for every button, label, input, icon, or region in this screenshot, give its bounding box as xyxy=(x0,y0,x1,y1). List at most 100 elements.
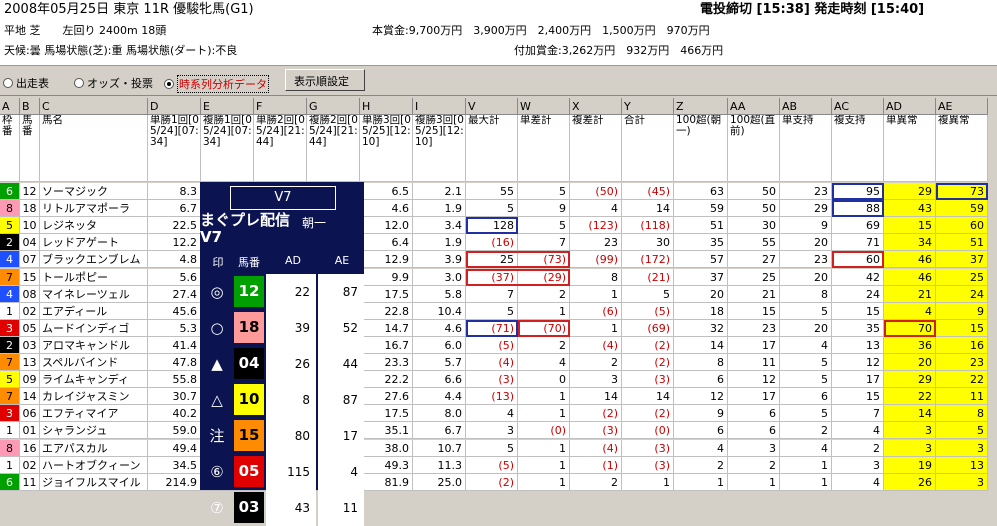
column-label: 馬名 xyxy=(40,115,148,182)
cell-ae: 9 xyxy=(936,302,988,320)
cell-y: (69) xyxy=(622,319,674,337)
cell-aa: 55 xyxy=(728,234,780,252)
horse-name[interactable]: レッドアゲート xyxy=(40,234,148,252)
popup-ae: 44 xyxy=(318,346,364,382)
horse-number: 02 xyxy=(20,302,40,320)
column-label: 複勝3回[05/25][12:10] xyxy=(413,115,466,182)
frame-number: 1 xyxy=(0,456,20,474)
horse-name[interactable]: エアディール xyxy=(40,302,148,320)
horse-name[interactable]: ブラックエンブレム xyxy=(40,251,148,269)
horse-name[interactable]: ソーマジック xyxy=(40,183,148,201)
popup-horse-number: 18 xyxy=(234,312,264,343)
cell-ad: 29 xyxy=(884,371,936,389)
cell-w: 2 xyxy=(518,336,570,354)
column-letter-f[interactable]: F xyxy=(254,98,307,115)
column-letter-c[interactable]: C xyxy=(40,98,148,115)
cell-d: 34.5 xyxy=(148,456,201,474)
cell-x: 1 xyxy=(570,285,622,303)
cell-w: 1 xyxy=(518,456,570,474)
column-letter-e[interactable]: E xyxy=(201,98,254,115)
column-letter-w[interactable]: W xyxy=(518,98,570,115)
column-letter-aa[interactable]: AA xyxy=(728,98,780,115)
radio-odds-vote[interactable]: オッズ・投票 xyxy=(74,75,153,91)
cell-aa: 17 xyxy=(728,336,780,354)
cell-aa: 50 xyxy=(728,183,780,201)
horse-name[interactable]: トールポピー xyxy=(40,268,148,286)
column-letter-d[interactable]: D xyxy=(148,98,201,115)
cell-i: 4.4 xyxy=(413,388,466,406)
cell-x: 8 xyxy=(570,268,622,286)
column-letter-v[interactable]: V xyxy=(466,98,518,115)
cell-ad: 3 xyxy=(884,439,936,457)
column-letter-a[interactable]: A xyxy=(0,98,20,115)
cell-aa: 15 xyxy=(728,302,780,320)
radio-entry-list[interactable]: 出走表 xyxy=(3,75,49,91)
horse-name[interactable]: ジョイフルスマイル xyxy=(40,473,148,491)
horse-name[interactable]: カレイジャスミン xyxy=(40,388,148,406)
column-letter-z[interactable]: Z xyxy=(674,98,728,115)
cell-i: 8.0 xyxy=(413,405,466,423)
cell-ac: 60 xyxy=(832,251,884,269)
horse-name[interactable]: エアパスカル xyxy=(40,439,148,457)
column-label: 単差計 xyxy=(518,115,570,182)
column-letter-ae[interactable]: AE xyxy=(936,98,988,115)
cell-aa: 6 xyxy=(728,405,780,423)
horse-name[interactable]: ムードインディゴ xyxy=(40,319,148,337)
column-letter-x[interactable]: X xyxy=(570,98,622,115)
cell-ad: 3 xyxy=(884,422,936,440)
add-prize-info: 付加賞金:3,262万円 932万円 466万円 xyxy=(514,44,724,57)
cell-ad: 20 xyxy=(884,354,936,372)
horse-number: 07 xyxy=(20,251,40,269)
cell-ae: 13 xyxy=(936,456,988,474)
column-letter-i[interactable]: I xyxy=(413,98,466,115)
column-label: 最大計 xyxy=(466,115,518,182)
cell-ae: 15 xyxy=(936,319,988,337)
popup-horse-number: 10 xyxy=(234,384,264,415)
cell-d: 12.2 xyxy=(148,234,201,252)
cell-w: (0) xyxy=(518,422,570,440)
cell-aa: 25 xyxy=(728,268,780,286)
radio-icon xyxy=(3,78,13,88)
column-letter-g[interactable]: G xyxy=(307,98,360,115)
popup-horse-number: 12 xyxy=(234,276,264,307)
horse-name[interactable]: エフティマイア xyxy=(40,405,148,423)
column-letter-ad[interactable]: AD xyxy=(884,98,936,115)
horse-name[interactable]: スペルバインド xyxy=(40,354,148,372)
cell-v: (3) xyxy=(466,371,518,389)
display-order-button[interactable]: 表示順設定 xyxy=(285,69,365,91)
horse-name[interactable]: レジネッタ xyxy=(40,217,148,235)
radio-icon xyxy=(74,78,84,88)
cell-d: 27.4 xyxy=(148,285,201,303)
cell-x: (123) xyxy=(570,217,622,235)
cell-y: 30 xyxy=(622,234,674,252)
column-letter-b[interactable]: B xyxy=(20,98,40,115)
cell-ac: 24 xyxy=(832,285,884,303)
column-letter-y[interactable]: Y xyxy=(622,98,674,115)
cell-ae: 3 xyxy=(936,439,988,457)
column-letter-ac[interactable]: AC xyxy=(832,98,884,115)
frame-number: 5 xyxy=(0,371,20,389)
weather-info: 天候:曇 馬場状態(芝):重 馬場状態(ダート):不良 xyxy=(4,44,238,57)
horse-name[interactable]: ハートオブクィーン xyxy=(40,456,148,474)
cell-ab: 9 xyxy=(780,217,832,235)
cell-y: (3) xyxy=(622,439,674,457)
horse-number: 12 xyxy=(20,183,40,201)
cell-i: 1.9 xyxy=(413,200,466,218)
horse-name[interactable]: シャランジュ xyxy=(40,422,148,440)
horse-name[interactable]: アロマキャンドル xyxy=(40,336,148,354)
horse-name[interactable]: ライムキャンディ xyxy=(40,371,148,389)
prize-info: 本賞金:9,700万円 3,900万円 2,400万円 1,500万円 970万… xyxy=(372,24,710,37)
cell-z: 2 xyxy=(674,456,728,474)
cell-ab: 1 xyxy=(780,456,832,474)
column-letter-h[interactable]: H xyxy=(360,98,413,115)
cell-aa: 27 xyxy=(728,251,780,269)
horse-name[interactable]: リトルアマポーラ xyxy=(40,200,148,218)
cell-ae: 8 xyxy=(936,405,988,423)
horse-name[interactable]: マイネレーツェル xyxy=(40,285,148,303)
radio-timeseries[interactable]: 時系列分析データ xyxy=(164,75,269,93)
popup-mark: △ xyxy=(211,391,223,409)
horse-number: 18 xyxy=(20,200,40,218)
cell-x: 23 xyxy=(570,234,622,252)
column-letter-ab[interactable]: AB xyxy=(780,98,832,115)
cell-aa: 11 xyxy=(728,354,780,372)
